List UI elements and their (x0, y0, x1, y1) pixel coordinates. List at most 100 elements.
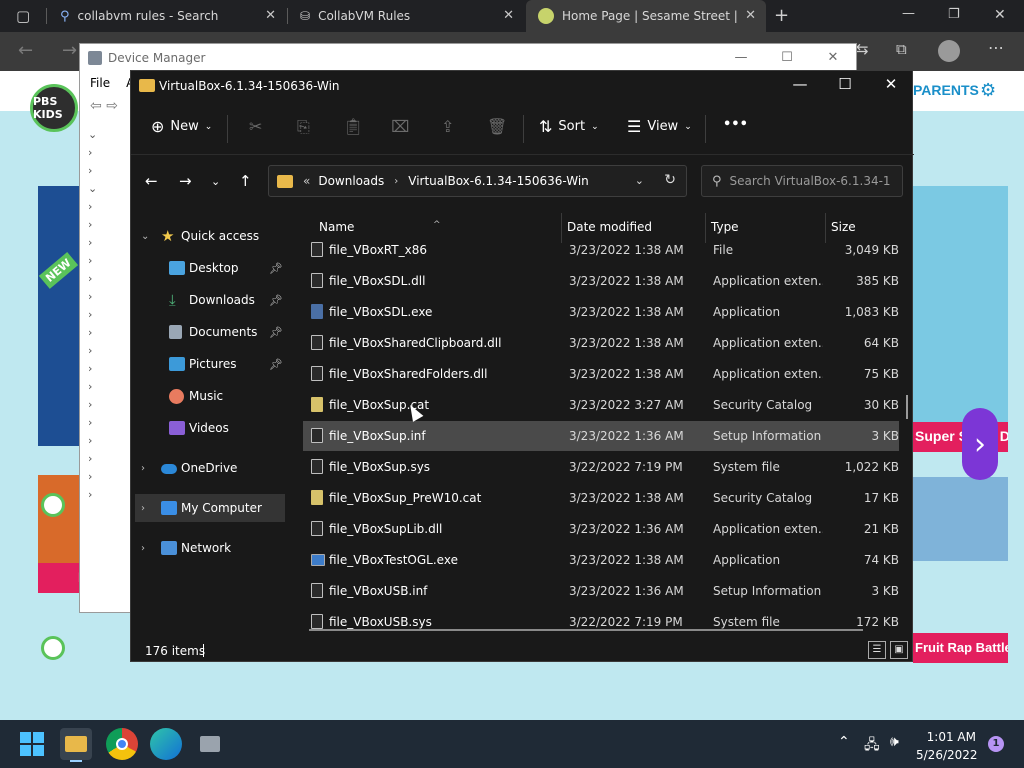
recent-locations-icon[interactable]: ⌄ (211, 175, 220, 188)
tree-node[interactable]: › (88, 236, 132, 254)
pin-icon[interactable]: 📌︎ (269, 358, 283, 371)
chrome-icon[interactable] (106, 728, 138, 760)
tree-node[interactable]: › (88, 416, 132, 434)
breadcrumb-overflow[interactable]: « (303, 174, 310, 188)
pin-icon[interactable]: 📌︎ (269, 326, 283, 339)
file-row[interactable]: file_VBoxSupLib.dll 3/23/2022 1:36 AM Appl… (303, 514, 899, 544)
back-arrow-icon[interactable]: ← (145, 172, 158, 190)
file-row[interactable]: file_VBoxRT_x86 3/23/2022 1:38 AM File 3,04… (303, 235, 899, 265)
close-icon[interactable]: ✕ (503, 8, 514, 23)
forward-arrow-icon[interactable]: → (179, 172, 192, 190)
play-icon[interactable] (41, 493, 65, 517)
network-device-icon[interactable] (194, 728, 226, 760)
new-button[interactable]: ⊕ New ⌄ (151, 117, 212, 136)
game-card-right[interactable] (913, 477, 1008, 561)
large-icons-view-icon[interactable]: ▣ (890, 641, 908, 659)
tab-collabvm-search[interactable]: ⚲ collabvm rules - Search ✕ (48, 0, 286, 32)
nav-quick-access[interactable]: ⌄ ★ Quick access (131, 222, 289, 250)
collections-icon[interactable]: ⇆ (856, 40, 869, 58)
nav-videos[interactable]: Videos (131, 414, 289, 442)
extensions-icon[interactable]: ⧉ (896, 40, 907, 58)
pin-icon[interactable]: 📌︎ (269, 262, 283, 275)
tree-node[interactable]: › (88, 254, 132, 272)
nav-pictures[interactable]: Pictures 📌︎ (131, 350, 289, 378)
cut-button[interactable]: ✂ (249, 117, 262, 136)
close-icon[interactable]: ✕ (265, 8, 276, 23)
column-header-size[interactable]: Size (831, 220, 856, 234)
network-tray-icon[interactable]: 🖧︎ (864, 734, 880, 758)
column-header-name[interactable]: Name (319, 220, 354, 234)
tree-node[interactable]: › (88, 290, 132, 308)
tree-node[interactable]: › (88, 452, 132, 470)
nav-my-computer[interactable]: › My Computer (135, 494, 285, 522)
close-button[interactable]: ✕ (868, 75, 914, 93)
file-row[interactable]: file_VBoxSup.cat 3/23/2022 3:27 AM Securit… (303, 390, 899, 420)
file-row[interactable]: file_VBoxSharedClipboard.dll 3/23/2022 1:… (303, 328, 899, 358)
tree-node[interactable]: › (88, 200, 132, 218)
tree-node[interactable]: › (88, 362, 132, 380)
tree-node[interactable]: › (88, 398, 132, 416)
tree-node[interactable]: › (88, 434, 132, 452)
window-restore-button[interactable]: ❐ (948, 7, 960, 22)
tree-node[interactable]: › (88, 470, 132, 488)
nav-network[interactable]: › Network (131, 534, 289, 562)
chevron-up-icon[interactable]: ⌃ (838, 734, 850, 750)
file-row[interactable]: file_VBoxUSB.sys 3/22/2022 7:19 PM System … (303, 607, 899, 631)
file-explorer-taskbar-icon[interactable] (60, 728, 92, 762)
nav-downloads[interactable]: ⤓ Downloads 📌︎ (131, 286, 289, 314)
edge-icon[interactable] (150, 728, 182, 760)
nav-music[interactable]: Music (131, 382, 289, 410)
more-menu-icon[interactable]: ⋯ (988, 38, 1004, 57)
back-arrow-icon[interactable]: ⇦ (90, 98, 102, 114)
tree-node[interactable]: › (88, 272, 132, 290)
up-arrow-icon[interactable]: ↑ (239, 172, 252, 190)
paste-button[interactable]: 📋︎ (343, 117, 363, 136)
view-button[interactable]: ☰ View ⌄ (627, 117, 692, 136)
menu-file[interactable]: File (90, 76, 110, 92)
breadcrumb-downloads[interactable]: Downloads (318, 174, 384, 188)
tab-actions-icon[interactable]: ▢ (16, 7, 30, 25)
featured-card-right[interactable] (913, 186, 1008, 451)
tree-node[interactable]: › (88, 326, 132, 344)
close-button[interactable]: ✕ (810, 44, 856, 72)
file-row[interactable]: file_VBoxSup.sys 3/22/2022 7:19 PM System … (303, 452, 899, 482)
tree-node[interactable]: › (88, 488, 132, 506)
sort-button[interactable]: ⇅ Sort ⌄ (539, 117, 599, 136)
window-minimize-button[interactable]: — (902, 6, 915, 21)
tree-node[interactable]: › (88, 344, 132, 362)
chevron-down-icon[interactable]: ⌄ (635, 174, 644, 187)
file-row[interactable]: file_VBoxSup_PreW10.cat 3/23/2022 1:38 AM… (303, 483, 899, 513)
details-view-icon[interactable]: ☰ (868, 641, 886, 659)
start-windows-icon[interactable] (16, 728, 48, 760)
tree-node[interactable]: › (88, 218, 132, 236)
carousel-next-button[interactable]: › (962, 408, 998, 480)
minimize-button[interactable]: — (718, 44, 764, 72)
notification-badge[interactable]: 1 (988, 736, 1004, 752)
file-row[interactable]: file_VBoxSharedFolders.dll 3/23/2022 1:38… (303, 359, 899, 389)
nav-onedrive[interactable]: › OneDrive (131, 454, 289, 482)
gear-icon[interactable]: ⚙ (980, 80, 1000, 101)
maximize-button[interactable]: ☐ (764, 44, 810, 72)
rename-button[interactable]: ⌧ (391, 117, 409, 136)
tree-node[interactable]: › (88, 308, 132, 326)
share-button[interactable]: ⇪ (441, 117, 454, 136)
maximize-button[interactable]: ☐ (822, 75, 868, 93)
window-close-button[interactable]: ✕ (994, 7, 1006, 23)
tree-node[interactable]: › (88, 146, 132, 164)
refresh-icon[interactable]: ↻ (664, 172, 676, 188)
address-bar[interactable]: « Downloads › VirtualBox-6.1.34-150636-W… (268, 165, 687, 197)
play-icon[interactable] (41, 636, 65, 660)
file-row[interactable]: file_VBoxSup.inf 3/23/2022 1:36 AM Setup I… (303, 421, 899, 451)
file-row[interactable]: file_VBoxTestOGL.exe 3/23/2022 1:38 AM App… (303, 545, 899, 575)
pin-icon[interactable]: 📌︎ (269, 294, 283, 307)
file-row[interactable]: file_VBoxSDL.exe 3/23/2022 1:38 AM Applica… (303, 297, 899, 327)
delete-button[interactable]: 🗑︎ (487, 117, 507, 136)
nav-documents[interactable]: Documents 📌︎ (131, 318, 289, 346)
close-icon[interactable]: ✕ (745, 8, 756, 23)
tree-node[interactable]: ⌄ (88, 128, 132, 146)
minimize-button[interactable]: — (777, 75, 823, 93)
breadcrumb-virtualbox[interactable]: VirtualBox-6.1.34-150636-Win (408, 174, 589, 188)
new-tab-button[interactable]: + (774, 5, 789, 26)
tab-collabvm-rules[interactable]: ⛁ CollabVM Rules ✕ (288, 0, 524, 32)
more-options-button[interactable]: ••• (723, 117, 748, 132)
